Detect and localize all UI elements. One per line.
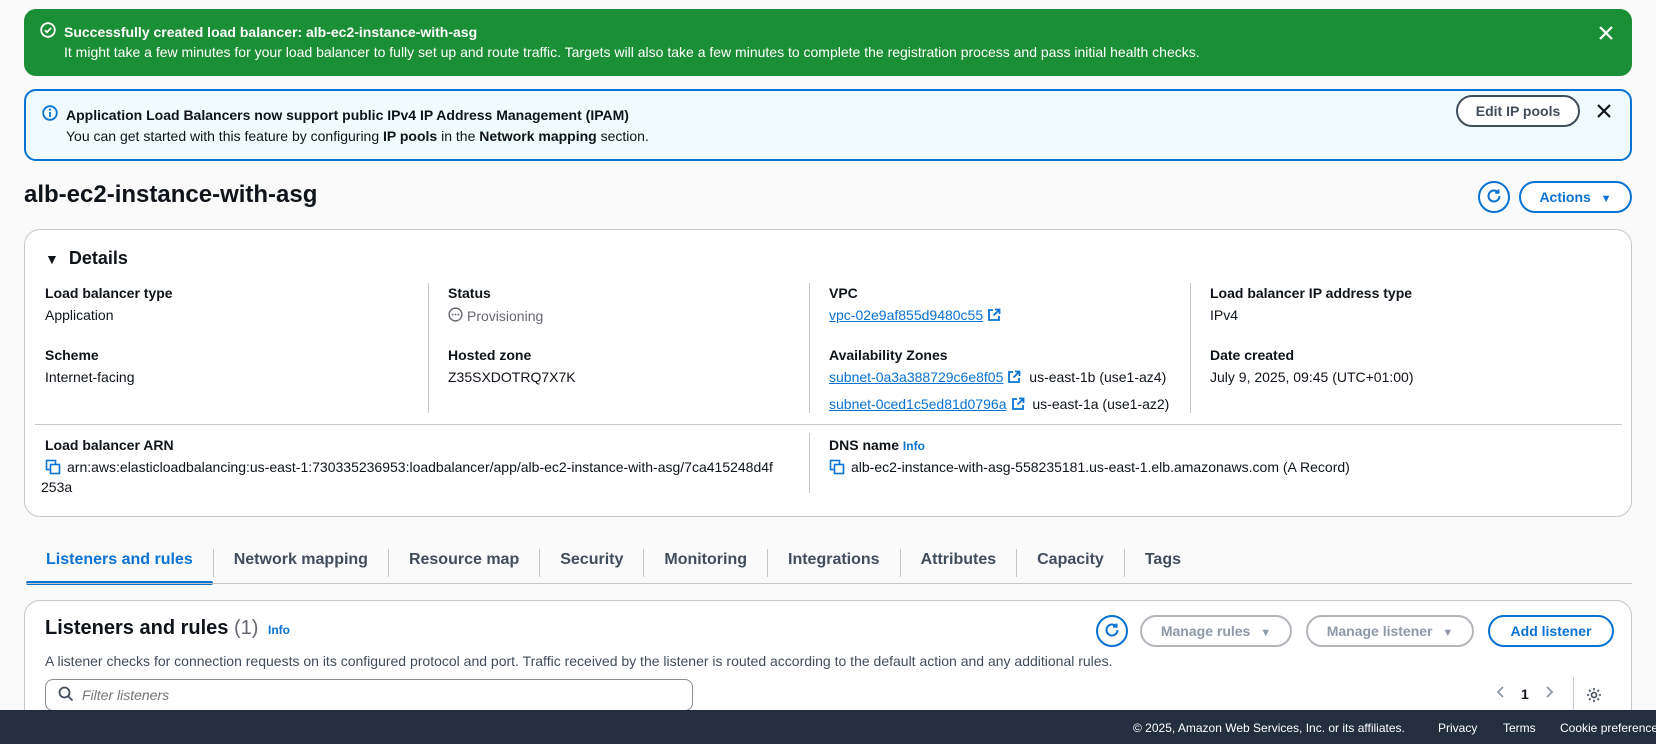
refresh-button[interactable] [1096, 615, 1128, 647]
lb-type-label: Load balancer type [45, 285, 173, 301]
hosted-zone-value: Z35SXDOTRQ7X7K [448, 369, 576, 385]
dns-label: DNS name Info [829, 437, 925, 453]
page-number[interactable]: 1 [1521, 686, 1529, 702]
caret-down-icon: ▼ [1260, 627, 1272, 639]
tab-resource-map[interactable]: Resource map [389, 543, 539, 583]
filter-listeners-input[interactable] [45, 679, 693, 711]
vpc-value: vpc-02e9af855d9480c55 [829, 307, 1001, 325]
info-icon [42, 105, 58, 125]
tab-tags[interactable]: Tags [1125, 543, 1201, 583]
ip-type-label: Load balancer IP address type [1210, 285, 1413, 301]
external-link-icon [1011, 397, 1025, 414]
ip-type-value: IPv4 [1210, 307, 1239, 323]
tabs-divider [26, 583, 1632, 584]
add-listener-button[interactable]: Add listener [1488, 615, 1614, 647]
gear-icon[interactable] [1586, 687, 1602, 706]
manage-listener-button[interactable]: Manage listener ▼ [1306, 615, 1474, 647]
tab-network-mapping[interactable]: Network mapping [214, 543, 388, 583]
chevron-right-icon[interactable] [1543, 685, 1555, 702]
vpc-link[interactable]: vpc-02e9af855d9480c55 [829, 307, 983, 323]
info-link[interactable]: Info [268, 623, 290, 637]
tab-monitoring[interactable]: Monitoring [644, 543, 767, 583]
listeners-description: A listener checks for connection request… [45, 653, 1113, 669]
details-heading: Details [68, 248, 128, 268]
info-flash-title: Application Load Balancers now support p… [66, 107, 629, 123]
vpc-label: VPC [829, 285, 858, 301]
close-icon[interactable] [1596, 23, 1616, 43]
date-created-value: July 9, 2025, 09:45 (UTC+01:00) [1210, 369, 1414, 385]
az-zone: us-east-1b (use1-az4) [1029, 369, 1167, 385]
footer-cookie-preferences-link[interactable]: Cookie preferences [1560, 721, 1656, 735]
az-label: Availability Zones [829, 347, 948, 363]
hosted-zone-label: Hosted zone [448, 347, 532, 363]
actions-dropdown-button[interactable]: Actions ▼ [1519, 181, 1632, 213]
copy-icon[interactable] [829, 459, 845, 478]
arn-label: Load balancer ARN [45, 437, 174, 453]
listeners-count: (1) [233, 617, 259, 639]
copy-icon[interactable] [45, 459, 61, 478]
dns-value: alb-ec2-instance-with-asg-558235181.us-e… [829, 459, 1350, 478]
listeners-title: Listeners and rules (1) Info [45, 617, 290, 639]
tab-security[interactable]: Security [540, 543, 643, 583]
footer-privacy-link[interactable]: Privacy [1438, 721, 1477, 735]
details-toggle[interactable]: ▼ Details [45, 248, 128, 269]
external-link-icon [1007, 370, 1021, 387]
info-flash-message: You can get started with this feature by… [66, 128, 649, 144]
search-icon [58, 686, 74, 705]
subnet-link[interactable]: subnet-0ced1c5ed81d0796a [829, 396, 1007, 412]
caret-down-icon: ▼ [1600, 193, 1612, 205]
section-divider [35, 424, 1622, 425]
pagination: 1 [1495, 685, 1555, 702]
column-divider [428, 283, 429, 413]
lb-type-value: Application [45, 307, 114, 323]
success-check-icon [40, 22, 56, 42]
arn-value: arn:aws:elasticloadbalancing:us-east-1:7… [45, 459, 773, 478]
tab-attributes[interactable]: Attributes [901, 543, 1017, 583]
chevron-left-icon[interactable] [1495, 685, 1507, 702]
info-link[interactable]: Info [903, 439, 925, 453]
column-divider [809, 283, 810, 413]
date-created-label: Date created [1210, 347, 1295, 363]
pending-icon [448, 307, 463, 325]
tab-capacity[interactable]: Capacity [1017, 543, 1124, 583]
az-item: subnet-0a3a388729c6e8f05 us-east-1b (use… [829, 369, 1166, 387]
external-link-icon [987, 308, 1001, 325]
arn-value-continued: 253a [41, 479, 73, 495]
column-divider [809, 433, 810, 493]
success-flash-title: Successfully created load balancer: alb-… [64, 24, 478, 40]
caret-down-icon: ▼ [45, 250, 59, 267]
success-flash-message: It might take a few minutes for your loa… [64, 44, 1200, 60]
refresh-button[interactable] [1478, 181, 1510, 213]
footer: © 2025, Amazon Web Services, Inc. or its… [0, 710, 1656, 744]
scheme-label: Scheme [45, 347, 99, 363]
az-zone: us-east-1a (use1-az2) [1032, 396, 1170, 412]
footer-terms-link[interactable]: Terms [1503, 721, 1536, 735]
success-flashbar: Successfully created load balancer: alb-… [24, 9, 1632, 76]
status-value: Provisioning [448, 307, 543, 325]
subnet-link[interactable]: subnet-0a3a388729c6e8f05 [829, 369, 1003, 385]
refresh-icon [1103, 621, 1121, 642]
page-title: alb-ec2-instance-with-asg [24, 181, 318, 208]
edit-ip-pools-button[interactable]: Edit IP pools [1456, 95, 1580, 127]
column-divider [1190, 283, 1191, 413]
refresh-icon [1485, 187, 1503, 208]
caret-down-icon: ▼ [1442, 627, 1454, 639]
tab-bar: Listeners and rules Network mapping Reso… [26, 543, 1201, 585]
footer-copyright: © 2025, Amazon Web Services, Inc. or its… [1133, 721, 1405, 735]
manage-rules-button[interactable]: Manage rules ▼ [1140, 615, 1292, 647]
tab-integrations[interactable]: Integrations [768, 543, 900, 583]
az-item: subnet-0ced1c5ed81d0796a us-east-1a (use… [829, 396, 1169, 414]
info-flashbar: Application Load Balancers now support p… [24, 89, 1632, 161]
status-label: Status [448, 285, 491, 301]
details-container: ▼ Details Load balancer type Application… [24, 229, 1632, 517]
tab-listeners-and-rules[interactable]: Listeners and rules [26, 543, 213, 585]
search-input[interactable] [82, 687, 662, 703]
close-icon[interactable] [1594, 101, 1614, 121]
scheme-value: Internet-facing [45, 369, 135, 385]
